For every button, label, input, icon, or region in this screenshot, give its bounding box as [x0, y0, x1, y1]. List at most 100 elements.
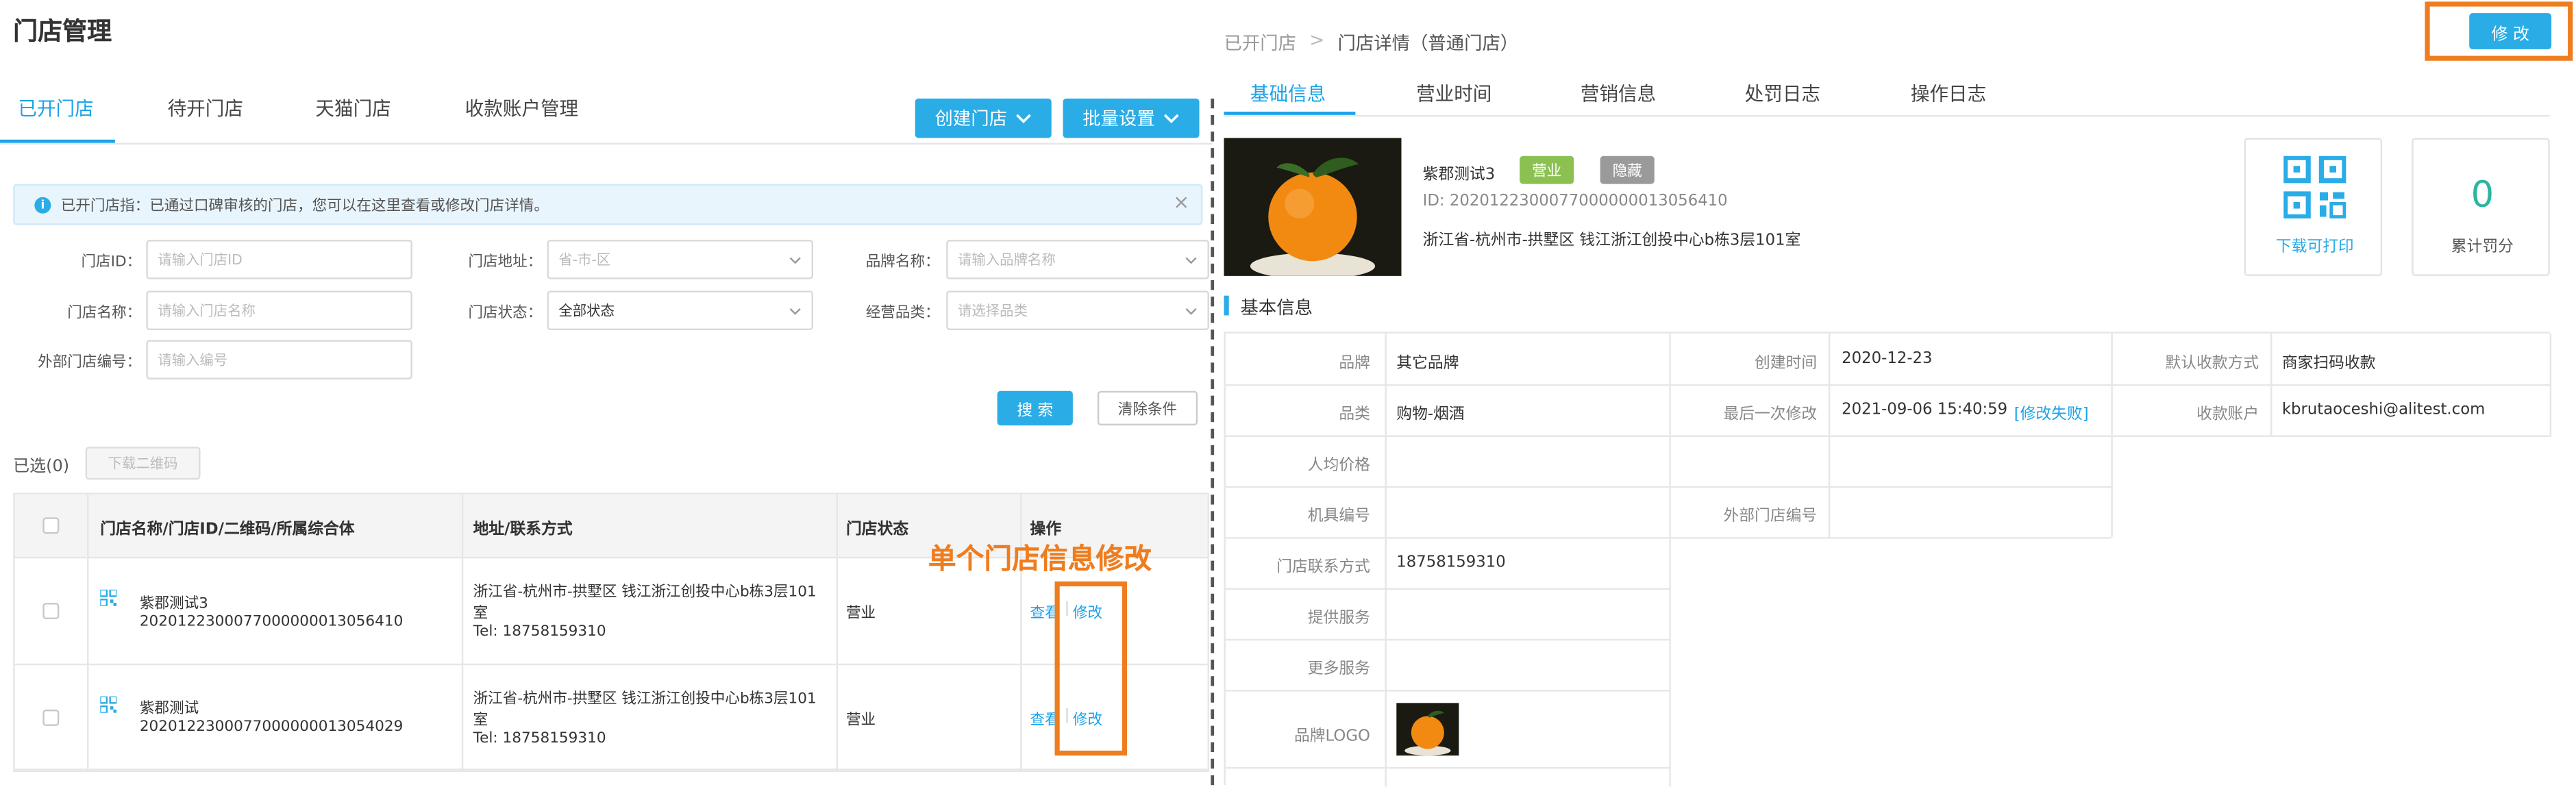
store-id-label: 门店ID： — [81, 254, 142, 271]
tab-basic-info[interactable]: 基础信息 — [1250, 81, 1326, 107]
tab-marketing-info[interactable]: 营销信息 — [1581, 81, 1656, 107]
chevron-down-icon — [1163, 113, 1179, 123]
store-table: 门店名称/门店ID/二维码/所属综合体 地址/联系方式 门店状态 操作 紫郡测试… — [13, 492, 1209, 773]
header-store-name: 门店名称/门店ID/二维码/所属综合体 — [100, 521, 355, 539]
row2-store-name: 紫郡测试 — [139, 701, 199, 718]
info-pay-method-value: 商家扫码收款 — [2281, 354, 2376, 373]
page-title: 门店管理 — [13, 16, 112, 47]
external-id-input[interactable]: 请输入编号 — [146, 340, 412, 379]
tab-business-hours[interactable]: 营业时间 — [1416, 81, 1491, 107]
brand-name-input[interactable]: 请输入品牌名称 — [946, 240, 1209, 279]
section-title: 基本信息 — [1240, 297, 1313, 319]
tab-pending-stores[interactable]: 待开门店 — [168, 95, 243, 121]
info-avg-price-label: 人均价格 — [1307, 456, 1370, 475]
notice-bar: i 已开门店指：已通过口碑审核的门店，您可以在这里查看或修改门店详情。 — [13, 184, 1203, 225]
category-label: 经营品类： — [865, 305, 940, 323]
store-name-label: 门店名称： — [67, 305, 142, 323]
create-store-button[interactable]: 创建门店 — [915, 98, 1052, 138]
brand-logo-image — [1396, 703, 1459, 756]
info-phone-label: 门店联系方式 — [1276, 558, 1370, 577]
info-category-value: 购物-烟酒 — [1396, 405, 1465, 424]
row1-status: 营业 — [845, 605, 876, 623]
clear-conditions-button[interactable]: 清除条件 — [1097, 390, 1198, 426]
store-name-input[interactable]: 请输入门店名称 — [146, 290, 412, 330]
annotation-text: 单个门店信息修改 — [928, 543, 1152, 577]
modify-failed-link[interactable]: [修改失败] — [2014, 401, 2089, 423]
header-status: 门店状态 — [845, 521, 909, 539]
store-image — [1224, 138, 1402, 276]
info-account-label: 收款账户 — [2196, 405, 2259, 424]
last-modified-time: 2021-09-06 15:40:59 — [1842, 401, 2008, 419]
store-address-select[interactable]: 省-市-区 — [547, 240, 814, 279]
close-icon[interactable]: × — [1173, 190, 1189, 214]
chevron-down-icon — [1185, 256, 1197, 264]
tabs-divider — [0, 142, 1213, 145]
section-marker — [1224, 295, 1229, 316]
info-category-label: 品类 — [1339, 405, 1370, 424]
info-created-label: 创建时间 — [1755, 354, 1818, 373]
qr-download-card[interactable]: 下载可打印 — [2244, 138, 2383, 276]
brand-name-placeholder: 请输入品牌名称 — [958, 253, 1056, 270]
external-id-label: 外部门店编号： — [38, 354, 142, 371]
penalty-label: 累计罚分 — [2451, 238, 2514, 257]
selected-count: 已选(0) — [13, 458, 70, 477]
info-account-value: kbrutaoceshi@alitest.com — [2281, 401, 2486, 419]
row2-tel: Tel: 18758159310 — [473, 731, 606, 748]
batch-settings-label: 批量设置 — [1082, 108, 1155, 130]
breadcrumb-parent[interactable]: 已开门店 — [1224, 29, 1297, 55]
store-status-value: 全部状态 — [558, 303, 615, 321]
store-id-input[interactable]: 请输入门店ID — [146, 240, 412, 279]
info-services-label: 提供服务 — [1307, 609, 1370, 628]
info-pay-method-label: 默认收款方式 — [2165, 354, 2259, 373]
row-checkbox[interactable] — [42, 709, 60, 726]
info-external-id-label: 外部门店编号 — [1723, 507, 1818, 526]
select-all-checkbox[interactable] — [42, 517, 60, 534]
row-checkbox[interactable] — [42, 603, 60, 620]
row2-store-id: 2020122300077000000013054029 — [139, 719, 404, 736]
penalty-value: 0 — [2470, 175, 2494, 217]
info-grid: 品牌 其它品牌 创建时间 2020-12-23 默认收款方式 商家扫码收款 品类… — [1224, 332, 2552, 787]
row1-address-line2: 室 — [473, 605, 488, 623]
store-name: 紫郡测试3 — [1422, 166, 1496, 184]
tab-tmall-stores[interactable]: 天猫门店 — [315, 95, 391, 121]
panel-divider — [1211, 98, 1215, 786]
qr-download-label[interactable]: 下载可打印 — [2246, 234, 2383, 256]
edit-button-highlight-box — [2425, 1, 2573, 61]
store-status-label: 门店状态： — [468, 305, 543, 323]
tab-penalty-log[interactable]: 处罚日志 — [1745, 81, 1820, 107]
tab-payment-accounts[interactable]: 收款账户管理 — [465, 95, 578, 121]
qrcode-icon[interactable] — [99, 588, 118, 611]
chevron-down-icon — [789, 256, 801, 264]
row1-store-name: 紫郡测试3 — [139, 596, 208, 613]
category-select[interactable]: 请选择品类 — [946, 290, 1209, 330]
batch-settings-button[interactable]: 批量设置 — [1063, 98, 1200, 138]
row2-address-line2: 室 — [473, 712, 488, 729]
breadcrumb-current: 门店详情（普通门店） — [1337, 32, 1519, 55]
qrcode-icon[interactable] — [99, 695, 118, 718]
annotation-highlight-box — [1054, 581, 1128, 756]
row2-status: 营业 — [845, 712, 876, 729]
info-created-value: 2020-12-23 — [1842, 349, 1933, 368]
store-address-placeholder: 省-市-区 — [558, 253, 611, 270]
qrcode-icon — [2283, 155, 2346, 218]
tab-operation-log[interactable]: 操作日志 — [1911, 81, 1986, 107]
row1-address-line1: 浙江省-杭州市-拱墅区 钱江浙江创投中心b栋3层101 — [473, 584, 817, 601]
info-last-modified-value: 2021-09-06 15:40:59 [修改失败] — [1842, 401, 2088, 424]
header-address: 地址/联系方式 — [473, 521, 573, 539]
row2-address-line1: 浙江省-杭州市-拱墅区 钱江浙江创投中心b栋3层101 — [473, 691, 817, 708]
download-qr-button[interactable]: 下载二维码 — [85, 447, 201, 480]
right-tabs-divider — [1224, 114, 2550, 117]
search-button[interactable]: 搜 索 — [997, 390, 1073, 426]
category-placeholder: 请选择品类 — [958, 303, 1028, 321]
penalty-card: 0 累计罚分 — [2412, 138, 2550, 276]
tab-open-stores[interactable]: 已开门店 — [18, 95, 93, 121]
info-more-services-label: 更多服务 — [1307, 660, 1370, 679]
row1-tel: Tel: 18758159310 — [473, 624, 606, 641]
status-badge-open: 营业 — [1520, 155, 1574, 184]
store-status-select[interactable]: 全部状态 — [547, 290, 814, 330]
info-phone-value: 18758159310 — [1396, 553, 1506, 572]
brand-name-label: 品牌名称： — [865, 254, 940, 271]
breadcrumb: 已开门店 > 门店详情（普通门店） — [1224, 29, 1519, 55]
chevron-down-icon — [789, 307, 801, 314]
breadcrumb-separator: > — [1309, 29, 1325, 51]
